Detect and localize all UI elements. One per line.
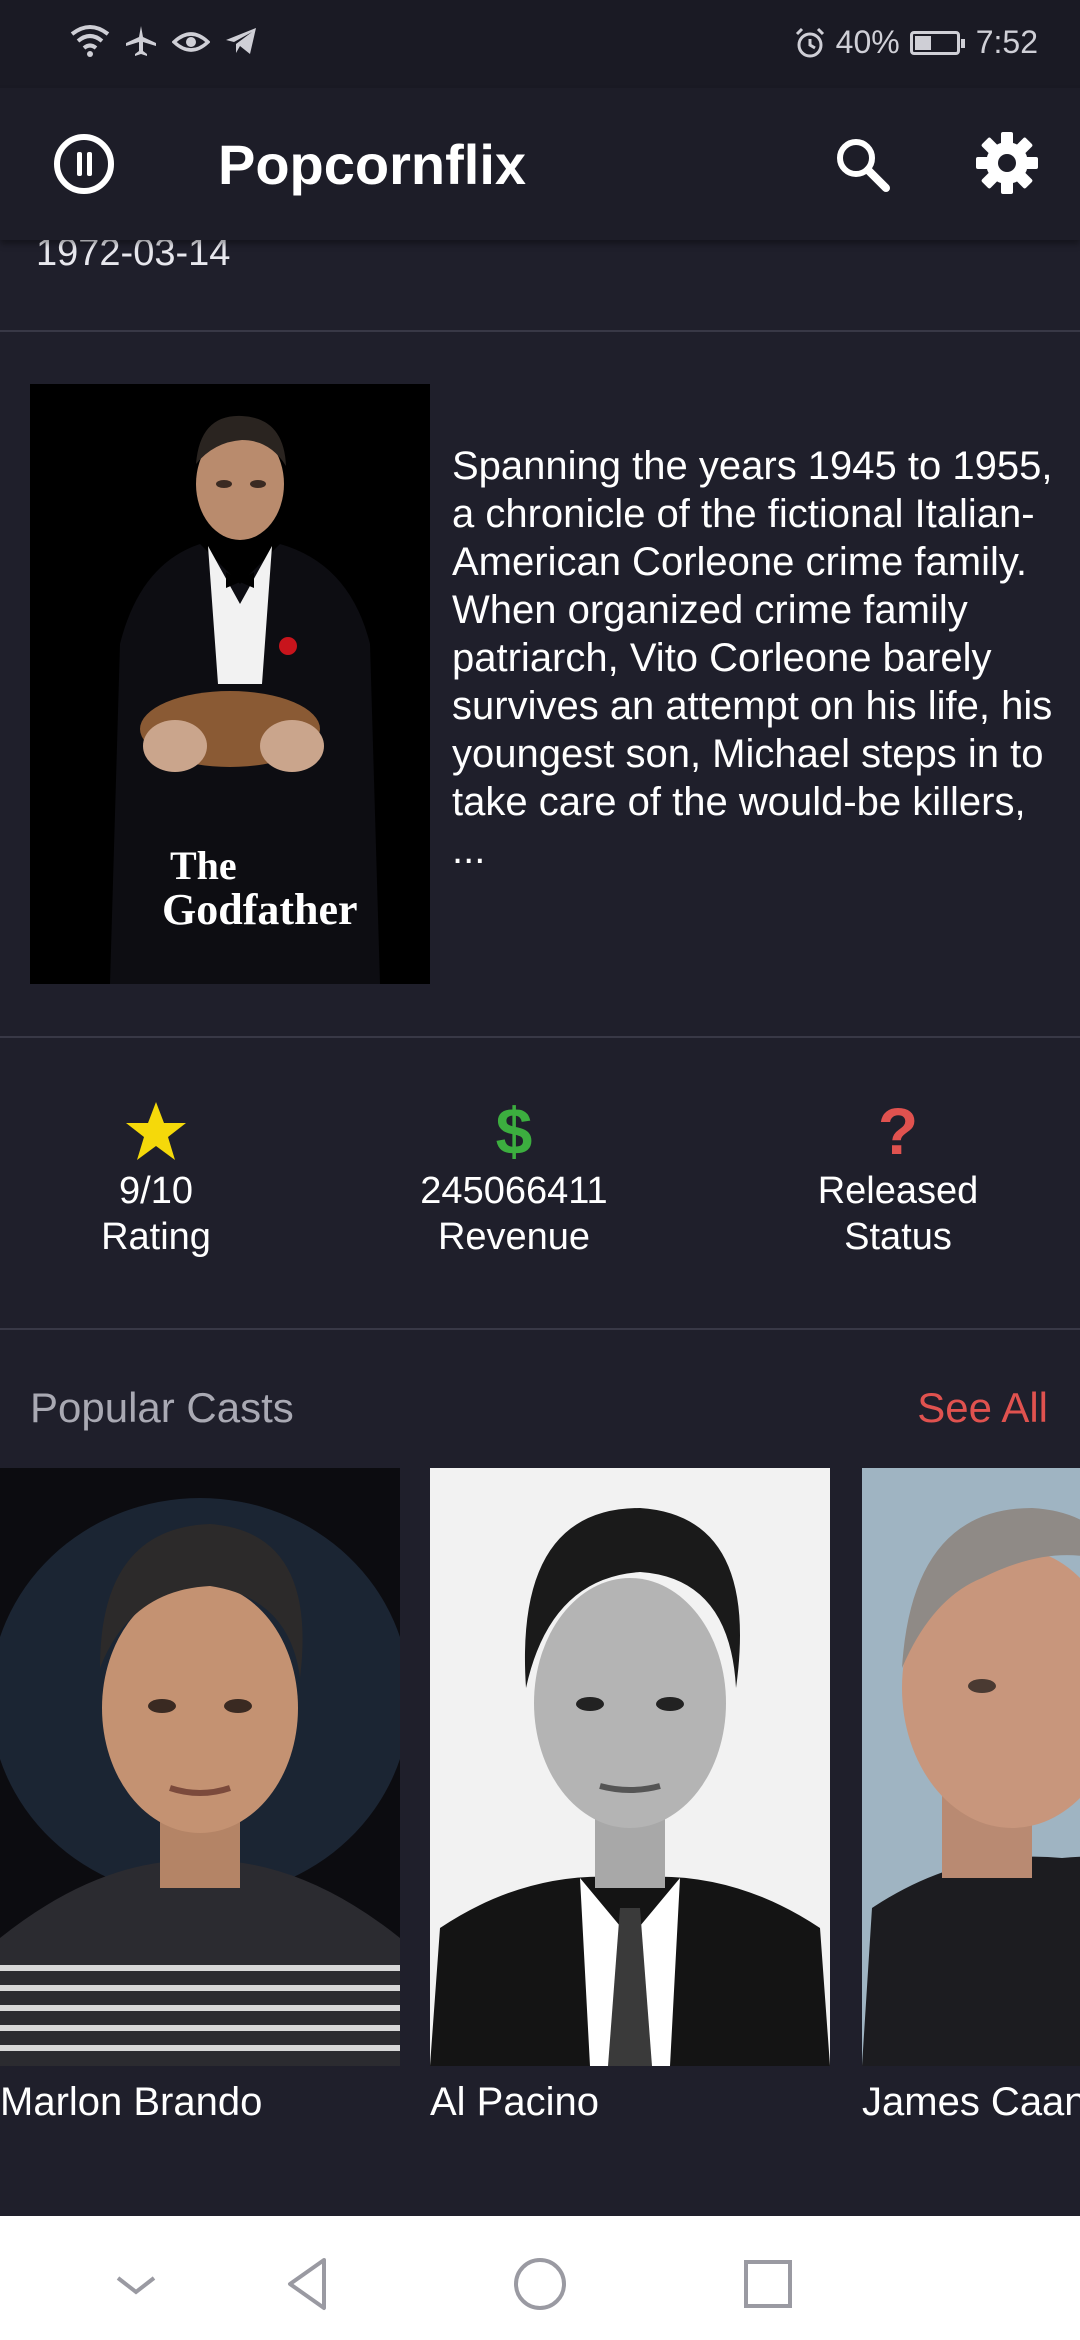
recents-icon[interactable]: [738, 2254, 798, 2314]
see-all-link[interactable]: See All: [917, 1384, 1048, 1432]
search-icon[interactable]: [830, 132, 894, 196]
divider: [0, 1328, 1080, 1330]
poster-title-line2: Godfather: [162, 885, 358, 934]
divider: [0, 1036, 1080, 1038]
cast-photo-image: [0, 1468, 400, 2066]
cast-photo: [0, 1468, 400, 2066]
airplane-icon: [126, 26, 156, 56]
cast-card-marlon-brando[interactable]: Marlon Brando: [0, 1468, 400, 2125]
status-icons-right: 40% 7:52: [794, 24, 1038, 61]
wifi-icon: [70, 25, 110, 57]
gear-icon[interactable]: [974, 130, 1040, 196]
clock-time: 7:52: [975, 24, 1038, 60]
cast-photo: [862, 1468, 1080, 2066]
cast-name: Al Pacino: [430, 2080, 599, 2124]
cast-name: James Caan: [862, 2080, 1080, 2124]
status-stat: ? Released Status: [748, 1096, 1048, 1260]
chevron-down-icon[interactable]: [106, 2254, 166, 2314]
app-bar: Popcornflix: [0, 88, 1080, 240]
status-value: Released: [817, 1170, 979, 1212]
app-title: Popcornflix: [218, 133, 527, 196]
popcorn-logo-icon[interactable]: [52, 132, 116, 196]
rating-label: Rating: [101, 1216, 211, 1258]
cast-card-al-pacino[interactable]: Al Pacino: [430, 1468, 830, 2125]
cast-name: Marlon Brando: [0, 2080, 263, 2124]
battery-percent: 40%: [835, 24, 900, 60]
eye-icon: [172, 32, 210, 52]
battery-level: [914, 35, 931, 50]
star-icon: [126, 1102, 186, 1160]
movie-poster[interactable]: The Godfather: [30, 384, 430, 984]
telegram-icon: [226, 28, 256, 54]
system-nav-bar: [0, 2216, 1080, 2340]
status-label: Status: [844, 1216, 952, 1258]
status-bar: 40% 7:52: [0, 0, 1080, 88]
cast-photo: [430, 1468, 830, 2066]
battery-icon: [909, 30, 965, 55]
question-icon: ?: [877, 1094, 919, 1168]
alarm-icon: [795, 27, 824, 57]
status-icons-left: [70, 24, 258, 58]
revenue-stat: $ 245066411 Revenue: [364, 1096, 664, 1260]
movie-overview: Spanning the years 1945 to 1955, a chron…: [452, 444, 1053, 872]
rating-stat: 9/10 Rating: [6, 1096, 306, 1260]
cast-photo-image: [430, 1468, 830, 2066]
home-icon[interactable]: [510, 2254, 570, 2314]
divider: [0, 330, 1080, 332]
cast-photo-image: [862, 1468, 1080, 2066]
back-icon[interactable]: [278, 2254, 338, 2314]
poster-title-line1: The: [170, 843, 237, 888]
dollar-icon: $: [495, 1094, 533, 1168]
cast-card-james-caan[interactable]: James Caan: [862, 1468, 1080, 2125]
revenue-value: 245066411: [420, 1170, 608, 1212]
revenue-label: Revenue: [437, 1216, 591, 1258]
rating-value: 9/10: [119, 1170, 193, 1212]
popular-casts-title: Popular Casts: [30, 1384, 294, 1431]
